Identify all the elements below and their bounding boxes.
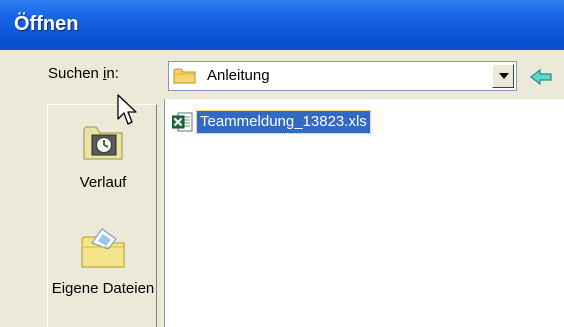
folder-icon	[173, 67, 197, 90]
place-label-verlauf: Verlauf	[79, 174, 127, 191]
place-eigene-dateien[interactable]: Eigene Dateien	[48, 225, 158, 297]
history-clock-icon	[48, 121, 158, 168]
mouse-cursor-icon	[117, 94, 139, 133]
lookin-label: Suchen in:	[48, 65, 119, 82]
title-bar[interactable]: Öffnen	[0, 0, 564, 50]
file-name-selected: Teammeldung_13823.xls	[196, 110, 371, 134]
dropdown-button[interactable]	[492, 64, 514, 88]
places-bar: Verlauf Eigene Dateien	[47, 104, 157, 327]
place-label-eigene-dateien: Eigene Dateien	[51, 280, 155, 297]
lookin-label-text-1: Suchen	[48, 65, 104, 82]
dialog-title: Öffnen	[14, 13, 79, 35]
back-arrow-icon	[530, 68, 552, 86]
chevron-down-icon	[499, 73, 509, 79]
lookin-label-text-2: n:	[106, 65, 119, 82]
back-button[interactable]	[527, 66, 555, 88]
excel-file-icon	[171, 112, 194, 137]
my-documents-folder-icon	[48, 225, 158, 274]
place-verlauf[interactable]: Verlauf	[48, 121, 158, 191]
lookin-combobox[interactable]: Anleitung	[168, 61, 517, 91]
file-list[interactable]: Teammeldung_13823.xls	[164, 99, 564, 327]
lookin-value: Anleitung	[207, 67, 270, 84]
